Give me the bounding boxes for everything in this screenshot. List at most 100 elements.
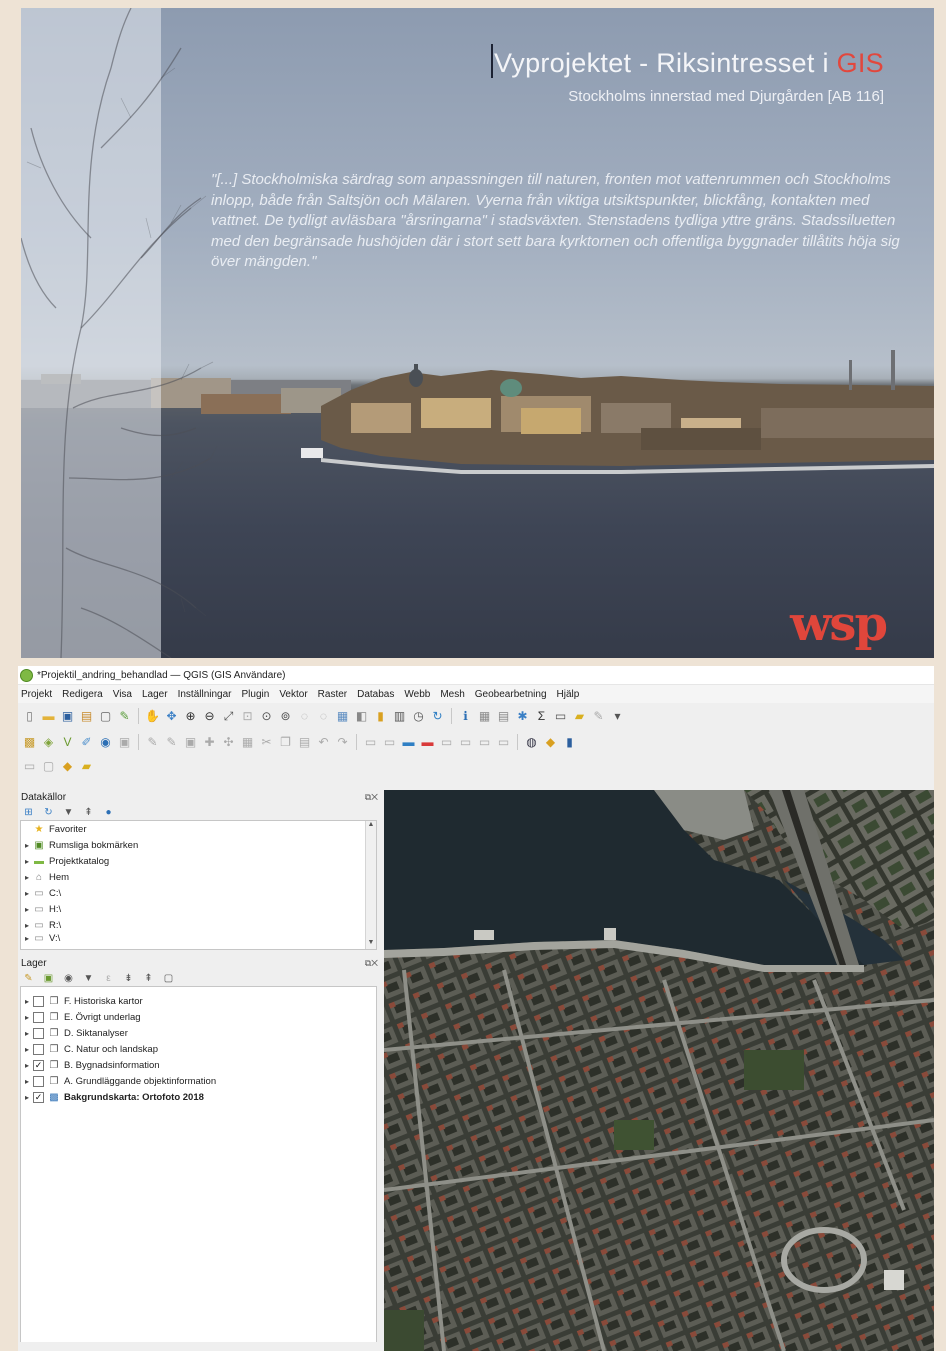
python-console-icon[interactable]: ◆: [543, 735, 558, 750]
menu-plugin[interactable]: Plugin: [242, 689, 270, 700]
highlight-label-icon[interactable]: ▬: [420, 735, 435, 750]
layer-visibility-checkbox[interactable]: ✓: [33, 1091, 44, 1103]
browser-item-drive-r[interactable]: ▸ ▭ R:\: [21, 917, 376, 933]
collapse-all-icon[interactable]: ⇞: [141, 971, 156, 986]
new-print-layout-icon[interactable]: ▤: [79, 709, 94, 724]
layer-group-siktanalyser[interactable]: ▸ ❐ D. Siktanalyser: [21, 1025, 376, 1041]
info-icon[interactable]: ●: [101, 805, 116, 820]
redo-icon[interactable]: ↷: [335, 735, 350, 750]
menu-hjalp[interactable]: Hjälp: [557, 689, 580, 700]
scroll-up-icon[interactable]: ▲: [366, 821, 376, 831]
zoom-layer-icon[interactable]: ⊙: [259, 709, 274, 724]
save-project-icon[interactable]: ▣: [60, 709, 75, 724]
deselect-icon[interactable]: ▢: [41, 759, 56, 774]
panel-close-icon[interactable]: ⧉✕: [365, 958, 378, 969]
add-selected-layers-icon[interactable]: ⊞: [21, 805, 36, 820]
filter-icon[interactable]: ▼: [61, 805, 76, 820]
browser-scrollbar[interactable]: ▲ ▼: [365, 821, 376, 949]
zoom-next-icon[interactable]: ◌: [316, 709, 331, 724]
data-source-manager-icon[interactable]: ▩: [22, 735, 37, 750]
filter-by-expression-icon[interactable]: ε: [101, 971, 116, 986]
layer-group-natur-och-landskap[interactable]: ▸ ❐ C. Natur och landskap: [21, 1041, 376, 1057]
menu-raster[interactable]: Raster: [318, 689, 347, 700]
expand-arrow-icon[interactable]: ▸: [21, 1093, 33, 1102]
temporal-controller-icon[interactable]: ◷: [411, 709, 426, 724]
layout-manager-icon[interactable]: ▢: [98, 709, 113, 724]
menu-lager[interactable]: Lager: [142, 689, 168, 700]
pan-to-selection-icon[interactable]: ✥: [164, 709, 179, 724]
select-features-icon[interactable]: ▭: [22, 759, 37, 774]
browser-item-hem[interactable]: ▸ ⌂ Hem: [21, 869, 376, 885]
layer-visibility-checkbox[interactable]: [33, 1043, 44, 1055]
menu-vektor[interactable]: Vektor: [279, 689, 307, 700]
menu-webb[interactable]: Webb: [404, 689, 430, 700]
add-raster-layer-icon[interactable]: V: [60, 735, 75, 750]
save-edits-icon[interactable]: ▣: [183, 735, 198, 750]
new-map-view-icon[interactable]: ▦: [335, 709, 350, 724]
menu-installningar[interactable]: Inställningar: [178, 689, 232, 700]
expand-arrow-icon[interactable]: ▸: [21, 921, 33, 930]
add-group-icon[interactable]: ▣: [41, 971, 56, 986]
zoom-last-icon[interactable]: ◌: [297, 709, 312, 724]
expand-all-icon[interactable]: ⇟: [121, 971, 136, 986]
map-tips-icon[interactable]: ▰: [572, 709, 587, 724]
pin-label-icon[interactable]: ▭: [382, 735, 397, 750]
browser-item-drive-v[interactable]: ▸ ▭ V:\: [21, 933, 376, 943]
attribute-table-icon[interactable]: ▤: [496, 709, 511, 724]
scroll-down-icon[interactable]: ▼: [366, 939, 376, 949]
layer-ortofoto-2018[interactable]: ▸ ✓ ▩ Bakgrundskarta: Ortofoto 2018: [21, 1089, 376, 1105]
remove-layer-icon[interactable]: ▢: [161, 971, 176, 986]
show-hide-label-icon[interactable]: ▭: [439, 735, 454, 750]
measure-icon[interactable]: ▭: [553, 709, 568, 724]
style-manager-icon[interactable]: ✎: [117, 709, 132, 724]
open-layer-styling-icon[interactable]: ✎: [21, 971, 36, 986]
expand-arrow-icon[interactable]: ▸: [21, 1045, 33, 1054]
layer-visibility-checkbox[interactable]: [33, 1011, 44, 1023]
add-vector-layer-icon[interactable]: ◈: [41, 735, 56, 750]
text-annotation-icon[interactable]: ✎: [591, 709, 606, 724]
add-wms-layer-icon[interactable]: ◉: [98, 735, 113, 750]
layout-panel-icon[interactable]: ▮: [562, 735, 577, 750]
browser-item-drive-h[interactable]: ▸ ▭ H:\: [21, 901, 376, 917]
expand-arrow-icon[interactable]: ▸: [21, 889, 33, 898]
menu-redigera[interactable]: Redigera: [62, 689, 103, 700]
pan-icon[interactable]: ✋: [145, 709, 160, 724]
expand-arrow-icon[interactable]: ▸: [21, 1077, 33, 1086]
diagram-icon[interactable]: ▬: [401, 735, 416, 750]
new-layer-icon[interactable]: ▣: [117, 735, 132, 750]
layer-group-bygnadsinformation[interactable]: ▸ ✓ ❐ B. Bygnadsinformation: [21, 1057, 376, 1073]
zoom-native-icon[interactable]: ⊚: [278, 709, 293, 724]
identify-icon[interactable]: ℹ: [458, 709, 473, 724]
globe-plugin-icon[interactable]: ◍: [524, 735, 539, 750]
expand-arrow-icon[interactable]: ▸: [21, 997, 33, 1006]
menu-projekt[interactable]: Projekt: [21, 689, 52, 700]
expand-arrow-icon[interactable]: ▸: [21, 1061, 33, 1070]
expand-arrow-icon[interactable]: ▸: [21, 1029, 33, 1038]
menu-visa[interactable]: Visa: [113, 689, 132, 700]
refresh-icon[interactable]: ↻: [430, 709, 445, 724]
browser-item-drive-c[interactable]: ▸ ▭ C:\: [21, 885, 376, 901]
new-project-icon[interactable]: ▯: [22, 709, 37, 724]
zoom-full-icon[interactable]: ⤢: [221, 709, 236, 724]
layer-visibility-checkbox[interactable]: ✓: [33, 1059, 44, 1071]
open-attribute-table-icon[interactable]: ▦: [477, 709, 492, 724]
expand-arrow-icon[interactable]: ▸: [21, 857, 33, 866]
annotation-dropdown-icon[interactable]: ▾: [610, 709, 625, 724]
layer-group-historiska-kartor[interactable]: ▸ ❐ F. Historiska kartor: [21, 993, 376, 1009]
copy-features-icon[interactable]: ❐: [278, 735, 293, 750]
expand-arrow-icon[interactable]: ▸: [21, 905, 33, 914]
browser-item-projektkatalog[interactable]: ▸ ▬ Projektkatalog: [21, 853, 376, 869]
expand-arrow-icon[interactable]: ▸: [21, 934, 33, 943]
map-canvas[interactable]: [384, 790, 934, 1351]
filter-legend-icon[interactable]: ▼: [81, 971, 96, 986]
expand-arrow-icon[interactable]: ▸: [21, 1013, 33, 1022]
cut-features-icon[interactable]: ✂: [259, 735, 274, 750]
zoom-in-icon[interactable]: ⊕: [183, 709, 198, 724]
open-project-icon[interactable]: ▬: [41, 709, 56, 724]
layer-visibility-checkbox[interactable]: [33, 1075, 44, 1087]
select-all-icon[interactable]: ▰: [79, 759, 94, 774]
layer-visibility-checkbox[interactable]: [33, 995, 44, 1007]
select-by-expression-icon[interactable]: ◆: [60, 759, 75, 774]
label-tool-icon[interactable]: ▭: [363, 735, 378, 750]
rotate-label-icon[interactable]: ▭: [477, 735, 492, 750]
